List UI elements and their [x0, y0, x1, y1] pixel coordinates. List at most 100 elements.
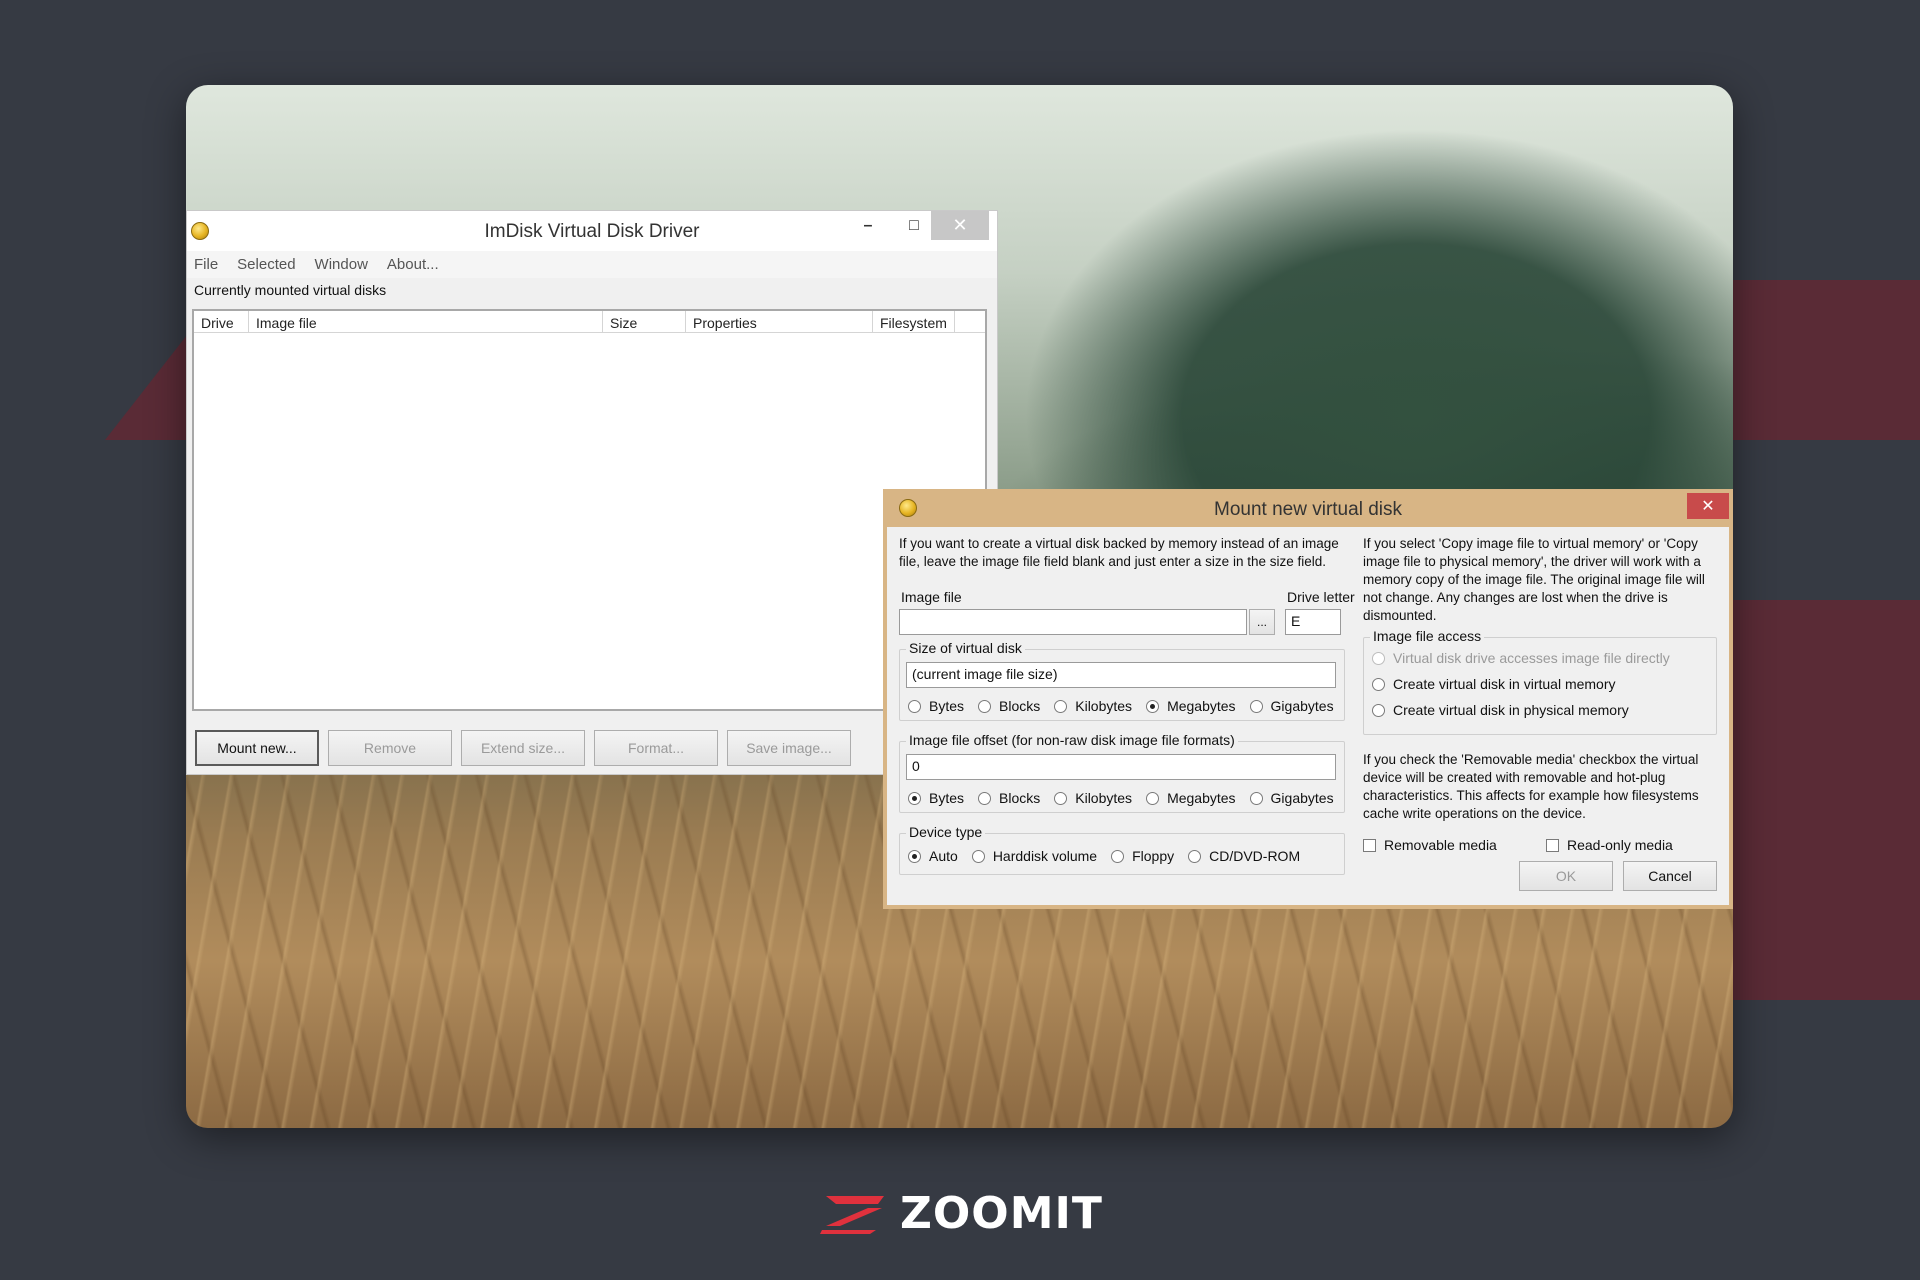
- offset-unit-blocks[interactable]: Blocks: [978, 790, 1040, 806]
- radio-icon: [1372, 703, 1385, 717]
- radio-label: Bytes: [929, 790, 965, 806]
- column-header-image-file[interactable]: Image file: [249, 311, 603, 332]
- offset-unit-kilobytes[interactable]: Kilobytes: [1054, 790, 1132, 806]
- checkbox-label: Read-only media: [1567, 837, 1673, 853]
- device-harddisk[interactable]: Harddisk volume: [971, 848, 1098, 864]
- radio-label: Megabytes: [1167, 698, 1236, 714]
- browse-button[interactable]: ...: [1249, 609, 1275, 635]
- zoomit-z-icon: [820, 1195, 884, 1234]
- radio-icon: [971, 849, 985, 863]
- device-type-title: Device type: [906, 824, 986, 840]
- size-unit-kilobytes[interactable]: Kilobytes: [1054, 698, 1132, 714]
- offset-input[interactable]: 0: [906, 754, 1336, 780]
- image-file-label: Image file: [901, 589, 962, 605]
- radio-label: Kilobytes: [1075, 790, 1133, 806]
- readonly-media-checkbox[interactable]: Read-only media: [1546, 837, 1673, 853]
- column-header-drive[interactable]: Drive: [194, 311, 249, 332]
- access-physical-memory[interactable]: Create virtual disk in physical memory: [1372, 702, 1629, 718]
- radio-label: Gigabytes: [1270, 698, 1334, 714]
- save-image-button[interactable]: Save image...: [727, 730, 851, 766]
- checkbox-label: Removable media: [1384, 837, 1497, 853]
- size-group-title: Size of virtual disk: [906, 640, 1025, 656]
- access-group-title: Image file access: [1370, 628, 1485, 644]
- radio-icon: [1372, 677, 1385, 691]
- offset-unit-radios: Bytes Blocks Kilobytes Megabytes Gigabyt…: [908, 790, 1348, 806]
- intro-text: If you want to create a virtual disk bac…: [899, 536, 1339, 569]
- device-cdrom[interactable]: CD/DVD-ROM: [1188, 848, 1300, 864]
- ok-button[interactable]: OK: [1519, 861, 1613, 891]
- radio-icon: [1111, 849, 1125, 863]
- radio-icon: [1372, 651, 1385, 665]
- offset-unit-gigabytes[interactable]: Gigabytes: [1249, 790, 1334, 806]
- radio-label: Harddisk volume: [992, 848, 1098, 864]
- menu-file[interactable]: File: [194, 256, 227, 273]
- radio-label: Virtual disk drive accesses image file d…: [1393, 650, 1670, 666]
- access-virtual-memory[interactable]: Create virtual disk in virtual memory: [1372, 676, 1616, 692]
- radio-label: Create virtual disk in physical memory: [1393, 702, 1629, 718]
- minimize-button[interactable]: –: [845, 211, 891, 240]
- format-button[interactable]: Format...: [594, 730, 718, 766]
- close-button[interactable]: ✕: [931, 211, 989, 240]
- dialog-close-button[interactable]: ✕: [1687, 493, 1729, 519]
- dialog-body: If you want to create a virtual disk bac…: [887, 527, 1729, 905]
- access-direct[interactable]: Virtual disk drive accesses image file d…: [1372, 650, 1670, 666]
- cancel-button[interactable]: Cancel: [1623, 861, 1717, 891]
- brand-name: ZOOMIT: [900, 1188, 1103, 1239]
- device-floppy[interactable]: Floppy: [1111, 848, 1174, 864]
- size-unit-megabytes[interactable]: Megabytes: [1146, 698, 1236, 714]
- mounted-disks-label: Currently mounted virtual disks: [194, 282, 387, 298]
- menu-window[interactable]: Window: [315, 256, 377, 273]
- radio-label: Blocks: [999, 790, 1041, 806]
- image-file-input[interactable]: [899, 609, 1247, 635]
- radio-label: Create virtual disk in virtual memory: [1393, 676, 1616, 692]
- size-input[interactable]: (current image file size): [906, 662, 1336, 688]
- radio-label: Megabytes: [1167, 790, 1236, 806]
- mount-dialog: Mount new virtual disk ✕ If you want to …: [883, 489, 1733, 909]
- mounted-disks-list[interactable]: Drive Image file Size Properties Filesys…: [192, 309, 987, 711]
- extend-size-button[interactable]: Extend size...: [461, 730, 585, 766]
- column-header-properties[interactable]: Properties: [686, 311, 873, 332]
- access-group: Image file access Virtual disk drive acc…: [1363, 628, 1717, 735]
- remove-button[interactable]: Remove: [328, 730, 452, 766]
- imdisk-main-window: ImDisk Virtual Disk Driver – □ ✕ File Se…: [186, 210, 998, 775]
- title-bar[interactable]: ImDisk Virtual Disk Driver – □ ✕: [187, 211, 997, 251]
- radio-icon: [1054, 699, 1068, 713]
- zoomit-logo: ZOOMIT: [820, 1188, 1103, 1239]
- copy-info-text: If you select 'Copy image file to virtua…: [1363, 536, 1705, 623]
- device-type-radios: Auto Harddisk volume Floppy CD/DVD-ROM: [908, 848, 1314, 864]
- drive-letter-input[interactable]: E: [1285, 609, 1341, 635]
- radio-label: CD/DVD-ROM: [1209, 848, 1301, 864]
- size-unit-gigabytes[interactable]: Gigabytes: [1249, 698, 1334, 714]
- dialog-title: Mount new virtual disk: [1214, 499, 1402, 520]
- device-type-group: Device type Auto Harddisk volume Floppy …: [899, 824, 1345, 875]
- radio-label: Blocks: [999, 698, 1041, 714]
- size-unit-blocks[interactable]: Blocks: [978, 698, 1040, 714]
- radio-label: Gigabytes: [1270, 790, 1334, 806]
- offset-group: Image file offset (for non-raw disk imag…: [899, 732, 1348, 813]
- radio-icon: [978, 699, 992, 713]
- radio-icon: [978, 791, 992, 805]
- column-header-size[interactable]: Size: [603, 311, 686, 332]
- size-unit-radios: Bytes Blocks Kilobytes Megabytes Gigabyt…: [908, 698, 1348, 714]
- dialog-title-bar[interactable]: Mount new virtual disk ✕: [887, 493, 1729, 527]
- offset-group-title: Image file offset (for non-raw disk imag…: [906, 732, 1238, 748]
- menu-selected[interactable]: Selected: [237, 256, 304, 273]
- menu-bar: File Selected Window About...: [187, 251, 997, 278]
- removable-media-checkbox[interactable]: Removable media: [1363, 837, 1497, 853]
- column-header-filesystem[interactable]: Filesystem: [873, 311, 955, 332]
- radio-icon: [1188, 849, 1202, 863]
- device-auto[interactable]: Auto: [908, 848, 958, 864]
- offset-unit-bytes[interactable]: Bytes: [908, 790, 964, 806]
- radio-icon: [1249, 791, 1263, 805]
- radio-icon: [908, 699, 921, 713]
- radio-label: Kilobytes: [1075, 698, 1133, 714]
- removable-info-text: If you check the 'Removable media' check…: [1363, 752, 1699, 821]
- menu-about[interactable]: About...: [387, 256, 448, 273]
- offset-unit-megabytes[interactable]: Megabytes: [1146, 790, 1236, 806]
- radio-icon: [1054, 791, 1068, 805]
- radio-label: Floppy: [1132, 848, 1175, 864]
- radio-selected-icon: [908, 791, 921, 805]
- size-unit-bytes[interactable]: Bytes: [908, 698, 964, 714]
- radio-selected-icon: [1146, 699, 1160, 713]
- mount-new-button[interactable]: Mount new...: [195, 730, 319, 766]
